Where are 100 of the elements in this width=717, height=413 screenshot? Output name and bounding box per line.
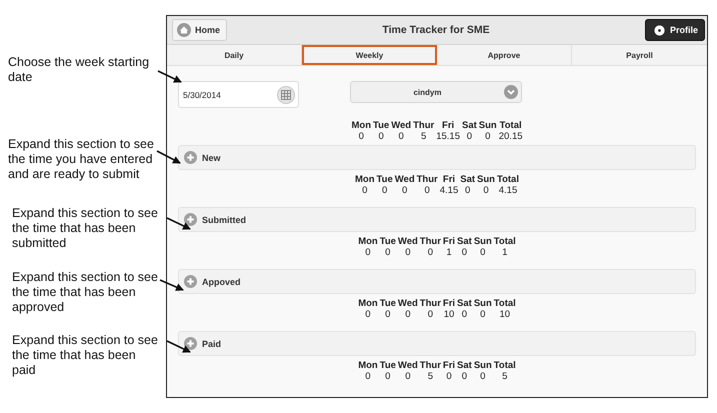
column-header: Fri: [441, 120, 456, 131]
column-header: Fri: [442, 174, 456, 185]
column-header: Wed: [398, 360, 418, 371]
annotation-text: Expand this section to see the time that has been submitted: [12, 206, 158, 251]
table-cell-text: 0: [384, 247, 392, 258]
table-cell-text: 0: [464, 185, 472, 196]
column-header: Total: [494, 298, 516, 309]
column-header: Thur: [413, 120, 434, 131]
tab[interactable]: Payroll: [572, 45, 707, 65]
home-button[interactable]: Home: [172, 19, 228, 41]
collapsible-section[interactable]: Appoved: [178, 269, 696, 294]
table-cell-text: 0: [364, 371, 372, 382]
annotation-text: Expand this section to see the time that has been paid: [12, 333, 158, 378]
table-cell-text: 0: [404, 371, 412, 382]
column-header: Tue: [380, 360, 396, 371]
column-header: Tue: [380, 236, 396, 247]
table-cell-text: 4.15: [498, 185, 518, 196]
table-cell-text: 0: [398, 131, 405, 142]
table-cell-text: 5: [501, 371, 508, 382]
table-cell-text: 0: [358, 131, 365, 142]
leader-arrow: [166, 340, 191, 353]
table-cell-text: 0: [364, 309, 372, 320]
leader-arrow: [166, 217, 191, 230]
column-header: Total: [498, 120, 523, 131]
table-cell-text: 0: [377, 131, 385, 142]
user-dropdown[interactable]: cindym: [350, 81, 522, 103]
column-header: Wed: [391, 120, 412, 131]
table-cell-text: 0: [479, 309, 486, 320]
column-header: Fri: [442, 236, 456, 247]
column-header: Total: [494, 360, 516, 371]
column-header: Mon: [351, 120, 372, 131]
column-header: Sun: [477, 174, 495, 185]
collapsible-section[interactable]: Submitted: [178, 207, 696, 232]
column-header: Fri: [442, 360, 456, 371]
table-cell-text: 0: [364, 247, 372, 258]
column-header: Total: [494, 236, 516, 247]
collapsible-section[interactable]: New: [178, 145, 696, 170]
table-cell-text: 0: [479, 371, 486, 382]
column-header: Sat: [457, 360, 472, 371]
table-cell-text: 0: [479, 247, 486, 258]
column-header: Sat: [457, 298, 472, 309]
column-header: Sat: [460, 174, 476, 185]
column-header: Thur: [416, 174, 438, 185]
table-cell-text: 0: [384, 309, 392, 320]
table-cell-text: 0: [380, 185, 388, 196]
column-header: Wed: [394, 174, 415, 185]
dropdown-icon: [504, 85, 518, 99]
column-header: Sun: [474, 236, 492, 247]
tab[interactable]: Approve: [437, 45, 572, 65]
table-cell-text: 0: [401, 185, 408, 196]
profile-button[interactable]: Profile: [644, 19, 705, 41]
table-cell-text: 1: [445, 247, 453, 258]
column-header: Wed: [398, 236, 418, 247]
table-cell-text: 5: [420, 131, 428, 142]
annotation-text: Choose the week starting date: [8, 55, 150, 85]
home-icon: [177, 23, 191, 37]
table-cell-text: 0: [404, 309, 412, 320]
column-header: Tue: [380, 298, 396, 309]
table-cell: 10: [442, 309, 456, 320]
leader-arrow: [158, 70, 182, 83]
table-cell-text: 0: [466, 131, 474, 142]
table-cell-text: 0: [426, 247, 434, 258]
table-cell-text: 0: [460, 309, 468, 320]
column-header: Mon: [358, 298, 378, 309]
collapsible-section[interactable]: Paid: [178, 331, 696, 356]
table-cell-text: 5: [426, 371, 434, 382]
table-cell-text: 0: [484, 131, 492, 142]
date-field[interactable]: 5/30/2014: [178, 81, 299, 108]
app-title: Time Tracker for SME: [381, 24, 491, 36]
column-header: Fri: [442, 298, 456, 309]
table-cell-text: 0: [361, 185, 368, 196]
table-cell-text: 0: [426, 309, 434, 320]
annotation-text: Expand this section to see the time that has been approved: [12, 270, 158, 315]
table-cell-text: 0: [404, 247, 412, 258]
table-cell-text: 0: [424, 185, 431, 196]
tab[interactable]: Daily: [167, 45, 302, 65]
table-cell: 4.15: [440, 185, 458, 196]
annotation-text: Expand this section to see the time you have entered and are ready to submit: [8, 137, 154, 182]
table-cell-text: 0: [482, 185, 490, 196]
column-header: Sun: [474, 360, 492, 371]
calendar-icon[interactable]: [277, 86, 295, 104]
table-cell-text: 0: [460, 371, 468, 382]
column-header: Thur: [420, 360, 441, 371]
table-cell-text: 0: [384, 371, 392, 382]
column-header: Mon: [358, 236, 378, 247]
table-cell: 15.15: [436, 131, 460, 142]
table-cell-text: 0: [445, 371, 453, 382]
column-header: Sun: [474, 298, 492, 309]
column-header: Tue: [376, 174, 393, 185]
column-header: Sat: [457, 236, 472, 247]
column-header: Mon: [355, 174, 375, 185]
column-header: Sun: [478, 120, 497, 131]
table-cell: 20.15: [498, 131, 523, 142]
table-cell-text: 0: [460, 247, 468, 258]
column-header: Thur: [420, 298, 441, 309]
column-header: Tue: [373, 120, 390, 131]
column-header: Total: [496, 174, 519, 185]
table-cell-text: 10: [498, 309, 512, 320]
tab[interactable]: Weekly: [302, 45, 437, 65]
column-header: Mon: [358, 360, 378, 371]
